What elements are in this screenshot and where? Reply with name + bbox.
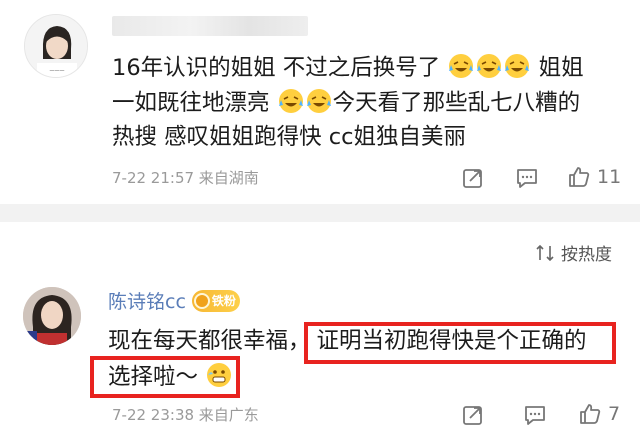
comment-text: 姐姐 — [538, 55, 584, 81]
laughing-crying-emoji — [477, 54, 502, 78]
like-button[interactable]: 11 — [567, 165, 621, 189]
like-count: 7 — [608, 403, 621, 425]
sort-by-hot-button[interactable]: 按热度 — [535, 240, 612, 265]
comment-button[interactable] — [515, 166, 539, 190]
comment-text: 16年认识的姐姐 不过之后换号了 — [112, 55, 441, 81]
username[interactable]: 陈诗铭cc — [108, 287, 186, 314]
like-icon — [569, 167, 590, 187]
fan-badge-icon — [193, 292, 210, 309]
like-icon — [580, 404, 601, 424]
section-divider — [0, 204, 640, 222]
share-button[interactable] — [461, 166, 485, 190]
laughing-crying-emoji — [505, 54, 530, 78]
avatar-portrait-icon — [23, 287, 81, 345]
masked-username — [112, 16, 308, 36]
fan-badge-label: 铁粉 — [211, 294, 236, 308]
comment-icon — [517, 169, 537, 188]
avatar-portrait-icon: ——— — [25, 15, 87, 77]
sort-icon — [536, 244, 554, 261]
laughing-crying-emoji — [449, 54, 474, 78]
comment-timestamp-location: 7-22 21:57 来自湖南 — [112, 169, 259, 187]
comment-text: 今天看了那些乱七八糟的 — [332, 90, 581, 116]
comment-text: 现在每天都很幸福， — [108, 328, 311, 354]
comment-text-line: 热搜 感叹姐姐跑得快 cc姐独自美丽 — [112, 120, 466, 154]
comment-text-line: 一如既往地漂亮 今天看了那些乱七八糟的 — [112, 86, 580, 120]
comment-button[interactable] — [523, 403, 547, 427]
comment-text: 热搜 感叹姐姐跑得快 cc姐独自美丽 — [112, 124, 467, 150]
highlight-annotation-box — [90, 356, 240, 398]
highlight-annotation-box — [304, 322, 616, 364]
comment-author[interactable]: 陈诗铭cc 铁粉 — [108, 287, 240, 314]
comment-icon — [525, 406, 545, 425]
laughing-crying-emoji — [306, 89, 331, 113]
share-button[interactable] — [461, 403, 485, 427]
fan-badge: 铁粉 — [191, 289, 240, 312]
commenter-avatar[interactable]: ——— — [24, 14, 88, 78]
svg-text:———: ——— — [50, 68, 65, 74]
share-icon — [463, 406, 482, 425]
comment-timestamp-location: 7-22 23:38 来自广东 — [112, 406, 259, 424]
share-icon — [463, 169, 482, 188]
like-count: 11 — [597, 166, 622, 188]
sort-label: 按热度 — [561, 245, 612, 265]
like-button[interactable]: 7 — [578, 402, 620, 426]
commenter-avatar[interactable] — [23, 287, 81, 345]
comment-text-line: 16年认识的姐姐 不过之后换号了 姐姐 — [112, 51, 584, 85]
comment-text: 一如既往地漂亮 — [112, 90, 270, 116]
laughing-crying-emoji — [278, 89, 303, 113]
